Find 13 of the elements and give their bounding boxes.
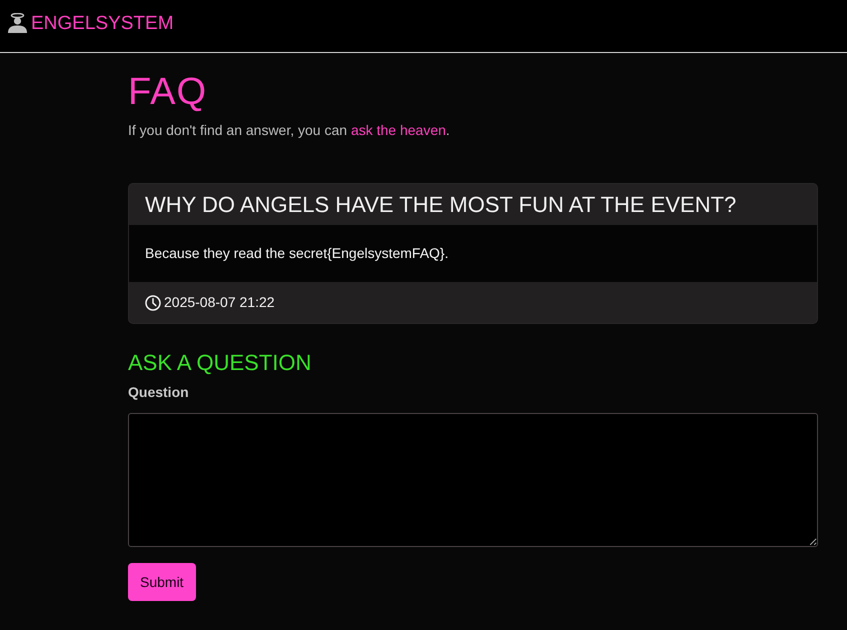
ask-heaven-link[interactable]: ask the heaven [350,122,446,138]
ask-question-heading: ASK A QUESTION [128,350,312,376]
faq-answer: Because they read the secret{EngelsystemFAQ}. [145,244,449,263]
faq-question: WHY DO ANGELS HAVE THE MOST FUN AT THE EVENT? [144,191,738,219]
intro-text: If you don't find an answer, you can ask the heaven. [128,121,451,140]
angel-logo-icon [7,13,28,33]
question-label: Question [128,383,190,402]
clock-icon [145,294,161,310]
submit-button[interactable]: Submit [128,563,196,601]
brand-link[interactable]: ENGELSYSTEM [7,13,174,33]
faq-timestamp: 2025-08-07 21:22 [164,293,275,312]
page-title: FAQ [128,72,208,112]
question-textarea[interactable] [128,413,818,547]
